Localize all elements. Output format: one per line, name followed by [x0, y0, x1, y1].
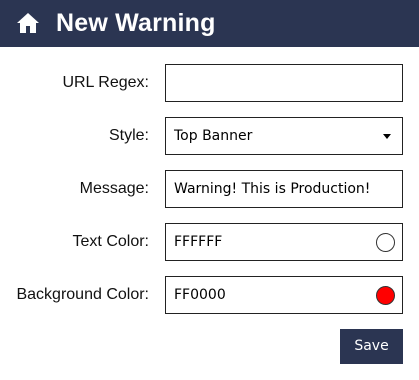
message-field[interactable]: Warning! This is Production!: [165, 170, 403, 208]
url-regex-row: URL Regex:: [0, 64, 419, 102]
url-regex-field[interactable]: [165, 64, 403, 102]
background-color-row: Background Color: FF0000: [0, 276, 419, 314]
background-color-field[interactable]: FF0000: [165, 276, 403, 314]
style-select[interactable]: Top Banner: [165, 117, 403, 155]
style-select-value: Top Banner: [174, 128, 253, 144]
url-regex-label: URL Regex:: [62, 74, 149, 91]
chevron-down-icon[interactable]: [383, 134, 391, 139]
background-color-value: FF0000: [174, 287, 226, 303]
style-row: Style: Top Banner: [0, 117, 419, 155]
page-title: New Warning: [56, 9, 216, 37]
header-bar: New Warning: [0, 0, 419, 47]
message-value: Warning! This is Production!: [174, 181, 371, 197]
text-color-row: Text Color: FFFFFF: [0, 223, 419, 261]
text-color-value: FFFFFF: [174, 234, 223, 250]
background-color-swatch[interactable]: [376, 286, 395, 305]
message-label: Message:: [79, 180, 149, 197]
save-button[interactable]: Save: [340, 329, 403, 364]
background-color-label: Background Color:: [16, 286, 149, 303]
text-color-label: Text Color:: [72, 233, 149, 250]
message-row: Message: Warning! This is Production!: [0, 170, 419, 208]
text-color-field[interactable]: FFFFFF: [165, 223, 403, 261]
home-icon[interactable]: [16, 12, 40, 34]
text-color-swatch[interactable]: [376, 233, 395, 252]
style-label: Style:: [108, 127, 149, 144]
url-regex-input[interactable]: [174, 65, 402, 101]
